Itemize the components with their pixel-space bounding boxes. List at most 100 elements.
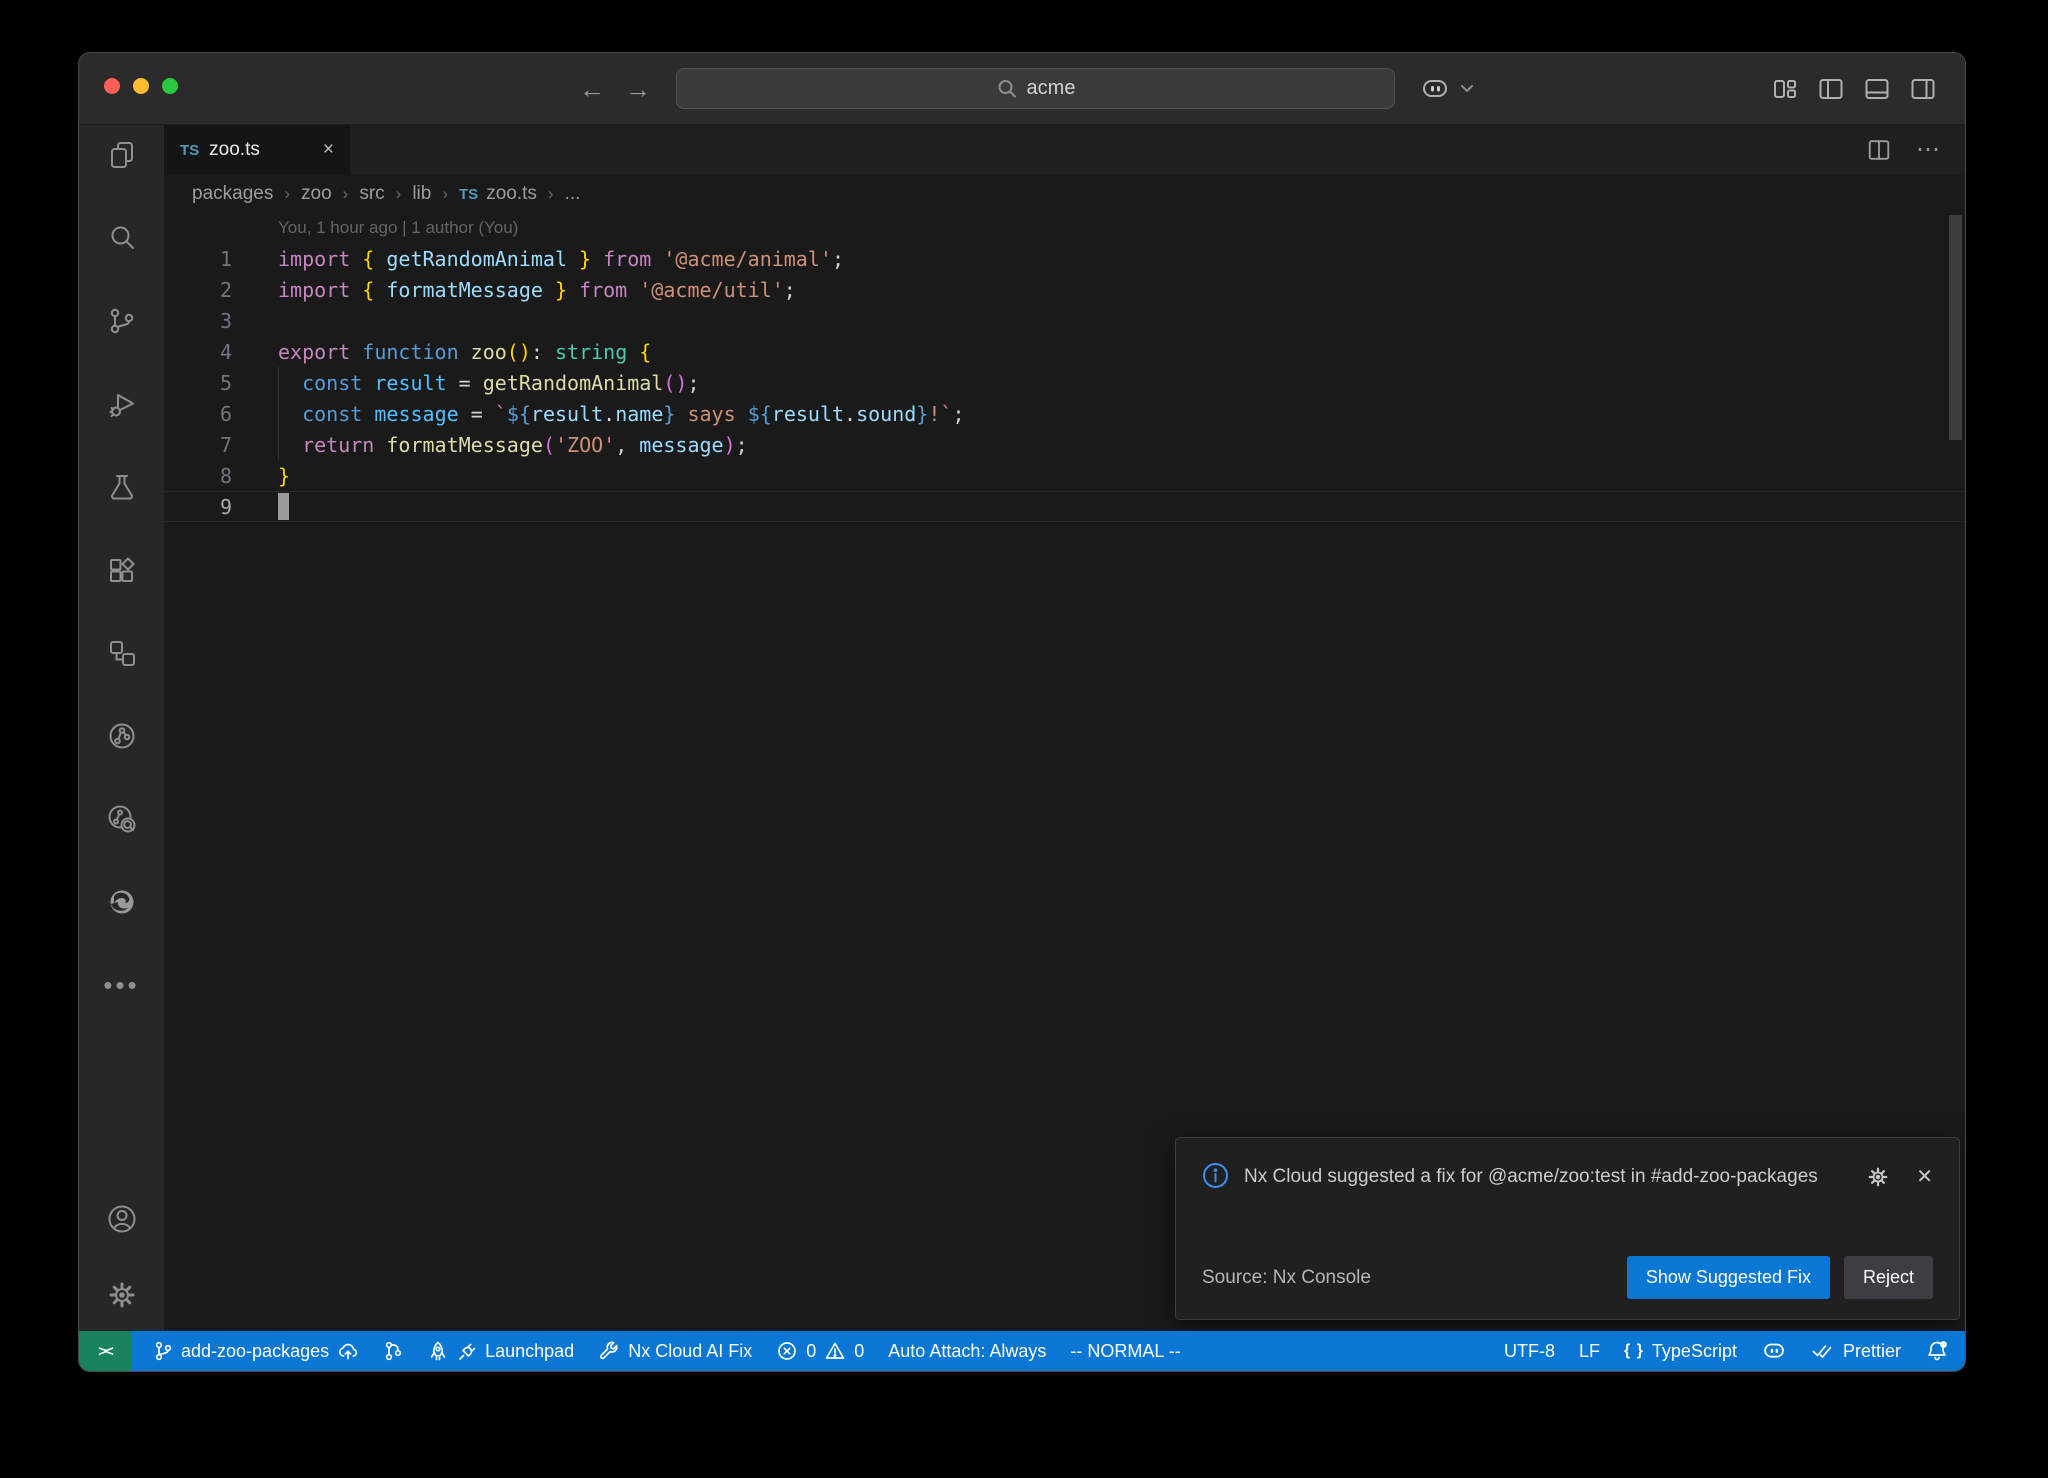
breadcrumbs: packages › zoo › src › lib › TS zoo.ts › ... <box>164 175 1965 213</box>
chevron-down-icon[interactable] <box>1459 83 1475 95</box>
settings-gear-icon[interactable] <box>106 1279 138 1311</box>
notification-message: Nx Cloud suggested a fix for @acme/zoo:t… <box>1244 1162 1818 1191</box>
line-number: 9 <box>164 495 232 519</box>
auto-attach-status[interactable]: Auto Attach: Always <box>876 1331 1058 1371</box>
rocket-icon <box>427 1340 449 1362</box>
line-number: 8 <box>164 464 232 488</box>
activity-bar: ••• <box>79 125 164 1331</box>
nx-console-icon[interactable] <box>106 720 138 752</box>
typescript-file-icon: TS <box>459 186 478 203</box>
line-number: 2 <box>164 278 232 302</box>
code-line-6[interactable]: 6 const message = `${result.name} says $… <box>164 398 1965 429</box>
breadcrumb-item[interactable]: lib <box>412 183 431 205</box>
titlebar: ← → acme <box>79 53 1965 125</box>
code-line-8[interactable]: 8} <box>164 460 1965 491</box>
close-tab-icon[interactable]: × <box>323 139 334 161</box>
nx-graph-search-icon[interactable] <box>106 803 138 835</box>
eol-status[interactable]: LF <box>1567 1331 1612 1371</box>
chevron-right-icon: › <box>284 184 290 204</box>
tab-zoo-ts[interactable]: TS zoo.ts × <box>164 125 350 175</box>
editor-more-actions-icon[interactable]: ⋯ <box>1916 145 1943 155</box>
prettier-status[interactable]: Prettier <box>1799 1331 1913 1371</box>
more-actions-icon[interactable]: ••• <box>106 969 138 1001</box>
vscode-window: ← → acme <box>78 52 1966 1372</box>
code-line-2[interactable]: 2import { formatMessage } from '@acme/ut… <box>164 274 1965 305</box>
command-center-search[interactable]: acme <box>676 68 1395 109</box>
reject-button[interactable]: Reject <box>1844 1256 1933 1299</box>
toggle-panel-icon[interactable] <box>1863 75 1891 103</box>
branch-icon <box>153 1340 173 1362</box>
breadcrumb-item[interactable]: packages <box>192 183 273 205</box>
code-line-1[interactable]: 1import { getRandomAnimal } from '@acme/… <box>164 243 1965 274</box>
code-line-7[interactable]: 7 return formatMessage('ZOO', message); <box>164 429 1965 460</box>
extensions-icon[interactable] <box>106 554 138 586</box>
toggle-primary-sidebar-icon[interactable] <box>1817 75 1845 103</box>
edge-tools-icon[interactable] <box>106 886 138 918</box>
copilot-icon[interactable] <box>1419 75 1451 103</box>
code-line-9[interactable]: 9 <box>164 491 1965 522</box>
forward-arrow-icon[interactable]: → <box>625 74 651 105</box>
accounts-icon[interactable] <box>106 1203 138 1235</box>
toggle-secondary-sidebar-icon[interactable] <box>1909 75 1937 103</box>
nx-project-graph-icon[interactable] <box>106 637 138 669</box>
breadcrumb-overflow[interactable]: ... <box>565 183 581 205</box>
chevron-right-icon: › <box>396 184 402 204</box>
line-number: 3 <box>164 309 232 333</box>
testing-icon[interactable] <box>106 471 138 503</box>
problems-status[interactable]: 0 0 <box>764 1331 876 1371</box>
vim-mode-status[interactable]: -- NORMAL -- <box>1058 1331 1192 1371</box>
breadcrumb-item[interactable]: zoo <box>301 183 332 205</box>
customize-layout-icon[interactable] <box>1771 75 1799 103</box>
line-number: 4 <box>164 340 232 364</box>
indent-guide <box>278 367 279 398</box>
error-icon <box>776 1340 798 1362</box>
plug-icon <box>457 1340 477 1362</box>
notifications-bell-icon[interactable] <box>1913 1331 1951 1371</box>
braces-icon: { } <box>1624 1342 1644 1360</box>
search-value: acme <box>1027 77 1076 100</box>
search-icon <box>996 78 1018 100</box>
copilot-status[interactable] <box>1749 1331 1799 1371</box>
chevron-right-icon: › <box>343 184 349 204</box>
commit-graph-status[interactable] <box>371 1331 415 1371</box>
code-lines: 1import { getRandomAnimal } from '@acme/… <box>164 243 1965 522</box>
explorer-icon[interactable] <box>106 139 138 171</box>
close-window-button[interactable] <box>104 78 120 94</box>
split-editor-icon[interactable] <box>1866 137 1892 163</box>
run-debug-icon[interactable] <box>106 388 138 420</box>
copilot-icon <box>1761 1339 1787 1363</box>
warning-icon <box>824 1340 846 1362</box>
gitlens-blame-annotation[interactable]: You, 1 hour ago | 1 author (You) <box>278 213 518 243</box>
vertical-scrollbar[interactable] <box>1949 215 1962 440</box>
source-control-icon[interactable] <box>106 305 138 337</box>
chevron-right-icon: › <box>442 184 448 204</box>
indent-guide <box>278 398 279 429</box>
code-line-3[interactable]: 3 <box>164 305 1965 336</box>
show-suggested-fix-button[interactable]: Show Suggested Fix <box>1627 1256 1830 1299</box>
zoom-window-button[interactable] <box>162 78 178 94</box>
indent-guide <box>278 429 279 460</box>
back-arrow-icon[interactable]: ← <box>579 74 605 105</box>
search-icon[interactable] <box>106 222 138 254</box>
encoding-status[interactable]: UTF-8 <box>1492 1331 1567 1371</box>
line-number: 5 <box>164 371 232 395</box>
git-branch-status[interactable]: add-zoo-packages <box>141 1331 371 1371</box>
code-line-4[interactable]: 4export function zoo(): string { <box>164 336 1965 367</box>
chevron-right-icon: › <box>548 184 554 204</box>
notification-close-icon[interactable]: ✕ <box>1916 1164 1933 1189</box>
breadcrumb-item[interactable]: src <box>359 183 384 205</box>
breadcrumb-file[interactable]: TS zoo.ts <box>459 183 537 205</box>
notification-settings-gear-icon[interactable] <box>1866 1165 1890 1189</box>
minimize-window-button[interactable] <box>133 78 149 94</box>
code-line-5[interactable]: 5 const result = getRandomAnimal(); <box>164 367 1965 398</box>
status-bar: >< add-zoo-packages <box>79 1331 1965 1371</box>
language-status[interactable]: { } TypeScript <box>1612 1331 1749 1371</box>
nx-cloud-ai-fix-status[interactable]: Nx Cloud AI Fix <box>586 1331 764 1371</box>
cloud-upload-icon <box>337 1340 359 1362</box>
launchpad-status[interactable]: Launchpad <box>415 1331 586 1371</box>
remote-indicator[interactable]: >< <box>79 1331 131 1371</box>
traffic-lights <box>104 78 178 94</box>
wrench-icon <box>598 1340 620 1362</box>
info-icon <box>1202 1162 1229 1189</box>
tab-label: zoo.ts <box>209 139 260 161</box>
